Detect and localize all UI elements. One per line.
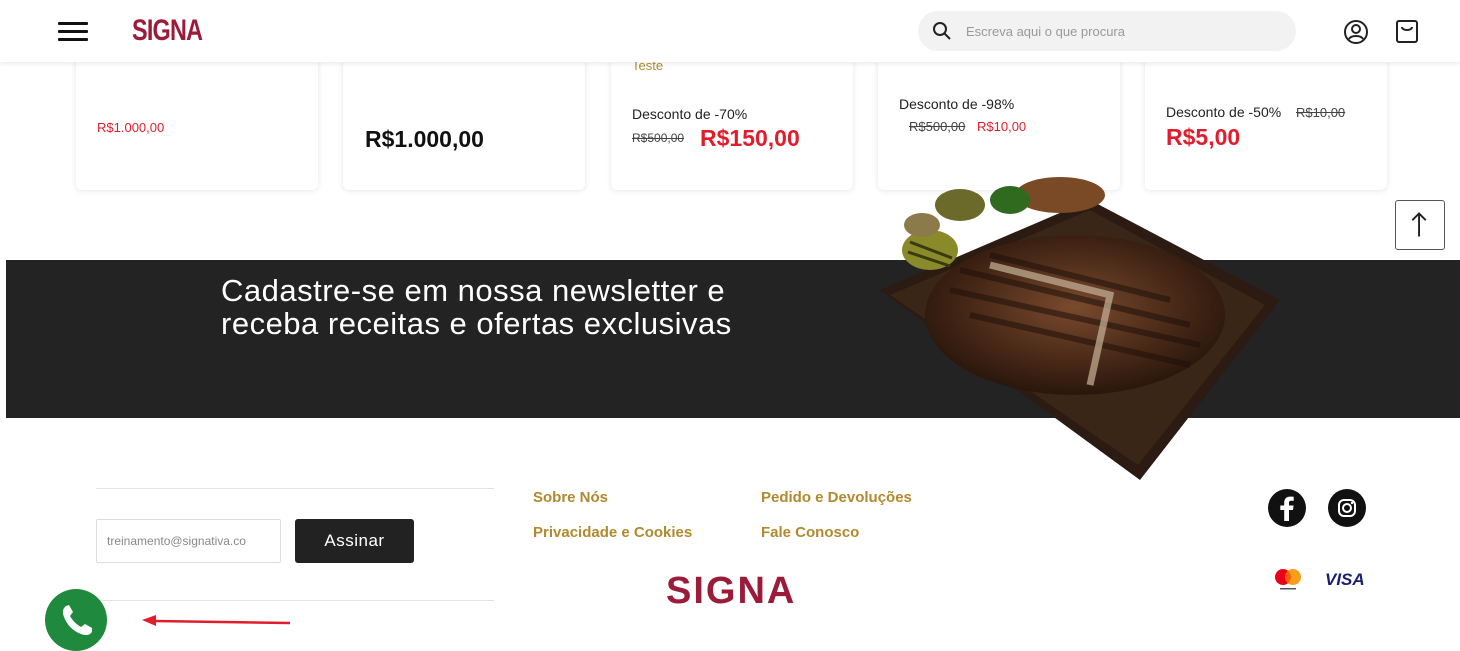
annotation-arrow: [142, 615, 291, 626]
product-card[interactable]: R$1.000,00: [343, 56, 585, 190]
arrow-up-icon: [1411, 212, 1427, 237]
footer-logo[interactable]: SIGNA: [666, 570, 796, 613]
product-price: R$150,00: [700, 125, 800, 151]
product-price: R$10,00: [977, 119, 1027, 134]
user-icon[interactable]: [1342, 18, 1370, 46]
product-discount: Desconto de -50%: [1166, 104, 1282, 120]
search-bar: [918, 11, 1296, 51]
footer-link-about[interactable]: Sobre Nós: [533, 489, 608, 506]
product-discount: Desconto de -70%: [632, 106, 748, 122]
product-card[interactable]: Teste Desconto de -70% R$500,00 R$150,00: [611, 56, 853, 190]
menu-icon[interactable]: [58, 22, 88, 42]
instagram-icon[interactable]: [1327, 488, 1367, 528]
facebook-icon[interactable]: [1267, 488, 1307, 528]
product-old-price: R$10,00: [1296, 105, 1346, 120]
product-discount: Desconto de -98%: [899, 96, 1015, 112]
product-old-price: R$500,00: [632, 131, 685, 145]
footer-link-contact[interactable]: Fale Conosco: [761, 524, 859, 541]
mastercard-icon: [1275, 569, 1301, 590]
product-price: R$5,00: [1166, 124, 1241, 150]
product-card[interactable]: R$1.000,00: [76, 56, 318, 190]
footer-link-orders[interactable]: Pedido e Devoluções: [761, 489, 912, 506]
product-price: R$1.000,00: [97, 120, 165, 135]
divider: [96, 488, 494, 489]
scroll-to-top-button[interactable]: [1395, 200, 1445, 250]
cart-icon[interactable]: [1393, 17, 1421, 45]
header: SIGNA: [0, 0, 1460, 62]
product-old-price: R$500,00: [909, 119, 966, 134]
whatsapp-icon[interactable]: [44, 588, 108, 651]
search-input[interactable]: [966, 20, 1276, 42]
email-field[interactable]: [96, 519, 281, 563]
newsletter-text: Cadastre-se em nossa newsletter e receba…: [221, 273, 732, 341]
page: SIGNA R$1.000,00 R$1.000,00 Teste Descon…: [0, 0, 1460, 651]
logo[interactable]: SIGNA: [132, 14, 203, 48]
visa-logo: VISA: [1325, 570, 1365, 589]
search-icon[interactable]: [932, 21, 952, 41]
steak-image: [880, 177, 1280, 480]
divider: [96, 600, 494, 601]
product-price: R$1.000,00: [365, 126, 484, 152]
subscribe-button[interactable]: Assinar: [295, 519, 414, 563]
footer-link-privacy[interactable]: Privacidade e Cookies: [533, 524, 692, 541]
